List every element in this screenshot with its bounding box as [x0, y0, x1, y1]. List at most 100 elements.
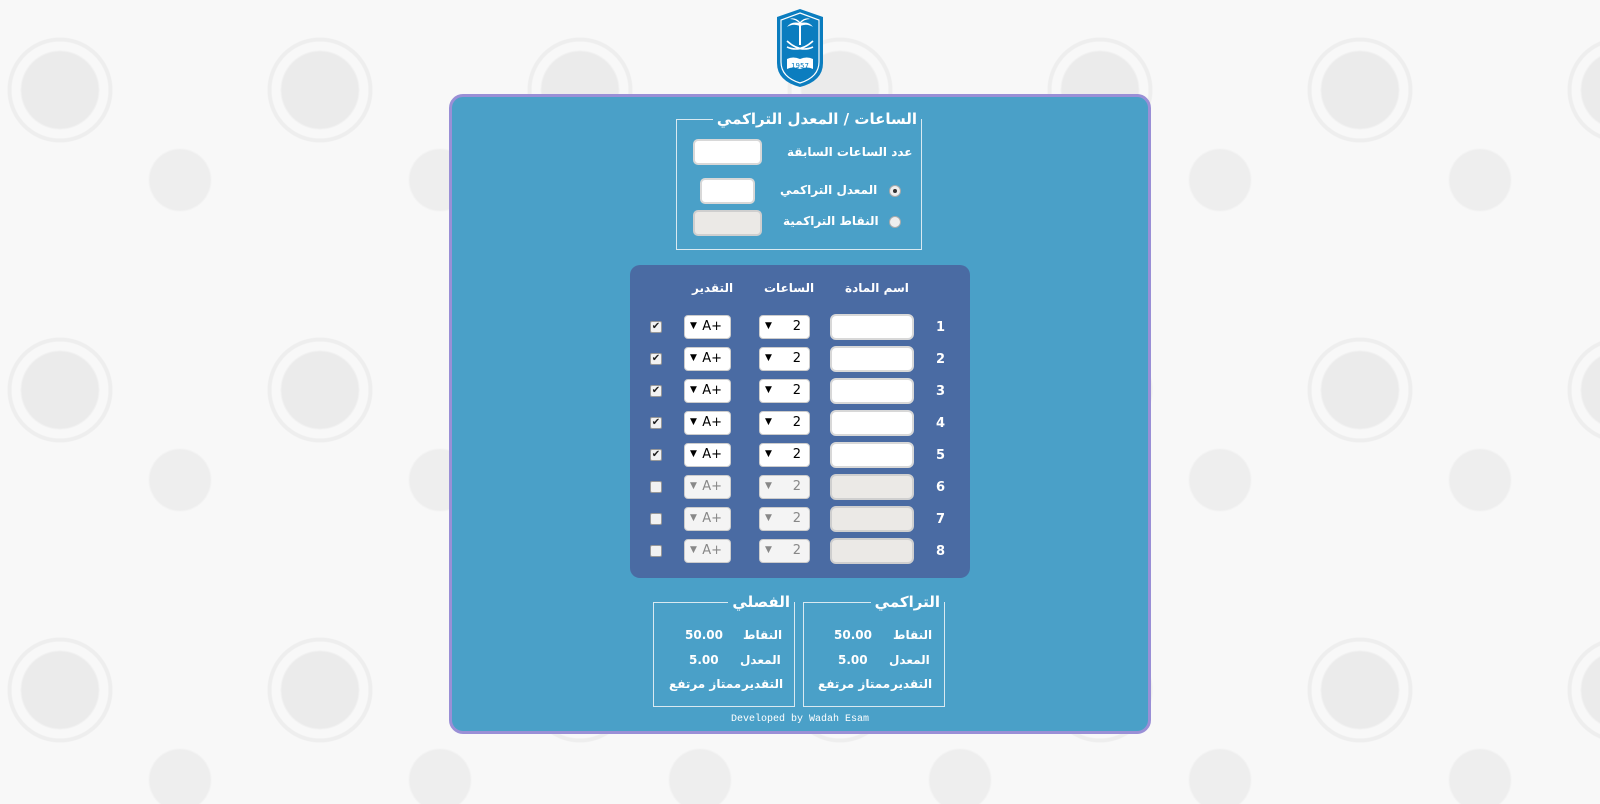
- dropdown-arrow-icon: ▼: [765, 449, 772, 459]
- hours-select-value: 2: [792, 351, 801, 366]
- hours-select[interactable]: 2 ▼: [759, 315, 810, 339]
- dropdown-arrow-icon: ▼: [690, 385, 697, 395]
- grade-select[interactable]: A+ ▼: [684, 539, 731, 563]
- semester-points-value: 50.00: [685, 628, 723, 642]
- course-name-input[interactable]: [830, 314, 914, 340]
- course-name-input[interactable]: [830, 378, 914, 404]
- dropdown-arrow-icon: ▼: [690, 545, 697, 555]
- hours-select[interactable]: 2 ▼: [759, 507, 810, 531]
- semester-grade-label: التقدير: [742, 677, 784, 691]
- semester-legend: الفصلي: [732, 593, 790, 611]
- dropdown-arrow-icon: ▼: [765, 353, 772, 363]
- grade-select[interactable]: A+ ▼: [684, 379, 731, 403]
- dropdown-arrow-icon: ▼: [690, 353, 697, 363]
- cumulative-gpa-input[interactable]: [700, 178, 755, 204]
- dropdown-arrow-icon: ▼: [690, 513, 697, 523]
- column-header-name: اسم المادة: [845, 281, 909, 295]
- dropdown-arrow-icon: ▼: [690, 481, 697, 491]
- grade-select-value: A+: [702, 543, 722, 558]
- points-radio[interactable]: [889, 216, 901, 228]
- dropdown-arrow-icon: ▼: [690, 417, 697, 427]
- dropdown-arrow-icon: ▼: [690, 449, 697, 459]
- cumulative-gpa-label: المعدل: [889, 653, 930, 667]
- include-course-checkbox[interactable]: ✔: [650, 417, 662, 429]
- cumulative-grade-value: ممتاز مرتفع: [818, 677, 891, 691]
- hours-select[interactable]: 2 ▼: [759, 539, 810, 563]
- course-name-input[interactable]: [830, 346, 914, 372]
- hours-select[interactable]: 2 ▼: [759, 475, 810, 499]
- include-course-checkbox[interactable]: ✔: [650, 385, 662, 397]
- include-course-checkbox[interactable]: ✔: [650, 353, 662, 365]
- dropdown-arrow-icon: ▼: [765, 321, 772, 331]
- grade-select-value: A+: [702, 511, 722, 526]
- grade-select-value: A+: [702, 383, 722, 398]
- hours-select[interactable]: 2 ▼: [759, 379, 810, 403]
- include-course-checkbox[interactable]: [650, 481, 662, 493]
- cumulative-points-label: النقاط: [893, 628, 933, 642]
- hours-select-value: 2: [792, 319, 801, 334]
- hours-select[interactable]: 2 ▼: [759, 347, 810, 371]
- row-number: 7: [936, 512, 946, 527]
- courses-table: اسم المادة الساعات التقدير 1 2 ▼ A+ ▼ ✔ 2 2 ▼ A+ ▼…: [630, 265, 970, 578]
- hours-select-value: 2: [792, 447, 801, 462]
- cumulative-grade-label: التقدير: [891, 677, 933, 691]
- semester-grade-value: ممتاز مرتفع: [669, 677, 742, 691]
- hours-select[interactable]: 2 ▼: [759, 411, 810, 435]
- cumulative-gpa-value: 5.00: [838, 653, 868, 667]
- course-row: 7 2 ▼ A+ ▼: [630, 506, 970, 532]
- include-course-checkbox[interactable]: [650, 545, 662, 557]
- course-row: 5 2 ▼ A+ ▼ ✔: [630, 442, 970, 468]
- row-number: 1: [936, 320, 946, 335]
- grade-select[interactable]: A+ ▼: [684, 475, 731, 499]
- column-header-grade: التقدير: [692, 281, 734, 295]
- course-name-input[interactable]: [830, 506, 914, 532]
- row-number: 3: [936, 384, 946, 399]
- hours-select[interactable]: 2 ▼: [759, 443, 810, 467]
- include-course-checkbox[interactable]: [650, 513, 662, 525]
- hours-select-value: 2: [792, 383, 801, 398]
- dropdown-arrow-icon: ▼: [765, 481, 772, 491]
- grade-select-value: A+: [702, 479, 722, 494]
- grade-select-value: A+: [702, 351, 722, 366]
- row-number: 4: [936, 416, 946, 431]
- semester-points-label: النقاط: [743, 628, 783, 642]
- grade-select[interactable]: A+ ▼: [684, 443, 731, 467]
- include-course-checkbox[interactable]: ✔: [650, 449, 662, 461]
- cumulative-points-value: 50.00: [834, 628, 872, 642]
- dropdown-arrow-icon: ▼: [765, 417, 772, 427]
- cumulative-legend: التراكمي: [874, 593, 940, 611]
- row-number: 2: [936, 352, 946, 367]
- cumulative-points-input[interactable]: [693, 210, 762, 236]
- row-number: 6: [936, 480, 946, 495]
- course-name-input[interactable]: [830, 410, 914, 436]
- include-course-checkbox[interactable]: ✔: [650, 321, 662, 333]
- course-row: 6 2 ▼ A+ ▼: [630, 474, 970, 500]
- hours-select-value: 2: [792, 479, 801, 494]
- grade-select-value: A+: [702, 415, 722, 430]
- course-row: 8 2 ▼ A+ ▼: [630, 538, 970, 564]
- prev-hours-input[interactable]: [693, 139, 762, 165]
- grade-select[interactable]: A+ ▼: [684, 347, 731, 371]
- points-label: النقاط التراكمية: [783, 214, 879, 228]
- prev-hours-label: عدد الساعات السابقة: [787, 145, 913, 159]
- dropdown-arrow-icon: ▼: [765, 545, 772, 555]
- course-name-input[interactable]: [830, 474, 914, 500]
- row-number: 5: [936, 448, 946, 463]
- grade-select[interactable]: A+ ▼: [684, 315, 731, 339]
- column-header-hours: الساعات: [764, 281, 815, 295]
- gpa-radio[interactable]: [889, 185, 901, 197]
- dropdown-arrow-icon: ▼: [765, 385, 772, 395]
- developer-credit: Developed by Wadah Esam: [730, 714, 870, 725]
- course-row: 4 2 ▼ A+ ▼ ✔: [630, 410, 970, 436]
- grade-select[interactable]: A+ ▼: [684, 411, 731, 435]
- semester-gpa-value: 5.00: [689, 653, 719, 667]
- course-name-input[interactable]: [830, 538, 914, 564]
- course-name-input[interactable]: [830, 442, 914, 468]
- dropdown-arrow-icon: ▼: [765, 513, 772, 523]
- grade-select-value: A+: [702, 447, 722, 462]
- hours-gpa-legend: الساعات / المعدل التراكمي: [716, 110, 917, 128]
- course-row: 1 2 ▼ A+ ▼ ✔: [630, 314, 970, 340]
- hours-select-value: 2: [792, 543, 801, 558]
- logo-year: 1957: [791, 62, 809, 70]
- grade-select[interactable]: A+ ▼: [684, 507, 731, 531]
